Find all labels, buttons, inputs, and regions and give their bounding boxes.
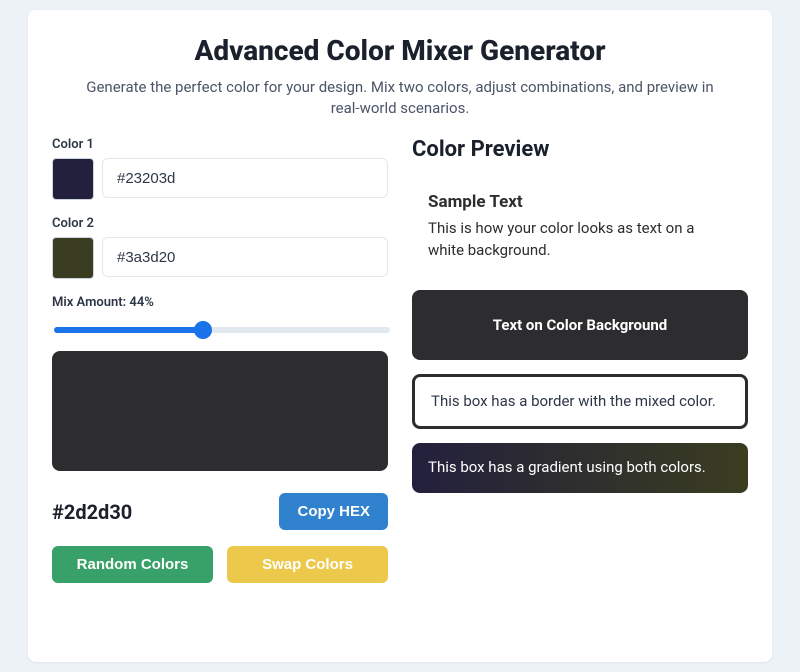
preview-gradient-box: This box has a gradient using both color… — [412, 443, 748, 493]
page-subtitle: Generate the perfect color for your desi… — [80, 77, 720, 119]
swap-colors-button[interactable]: Swap Colors — [227, 546, 388, 583]
color2-swatch[interactable] — [52, 237, 94, 279]
color1-label: Color 1 — [52, 137, 388, 152]
preview-pane: Color Preview Sample Text This is how yo… — [412, 137, 748, 583]
copy-hex-button[interactable]: Copy HEX — [279, 493, 388, 530]
random-colors-button[interactable]: Random Colors — [52, 546, 213, 583]
sample-title: Sample Text — [428, 192, 732, 212]
result-swatch — [52, 351, 388, 471]
mix-amount-label: Mix Amount: 44% — [52, 295, 388, 310]
color1-hex-input[interactable] — [102, 158, 388, 198]
preview-text-on-color: Text on Color Background — [412, 290, 748, 360]
preview-heading: Color Preview — [412, 137, 748, 162]
page-title: Advanced Color Mixer Generator — [52, 34, 748, 67]
color2-hex-input[interactable] — [102, 237, 388, 277]
color1-swatch[interactable] — [52, 158, 94, 200]
preview-text-on-white: Sample Text This is how your color looks… — [412, 178, 748, 276]
border-text: This box has a border with the mixed col… — [431, 392, 716, 410]
on-color-text: Text on Color Background — [493, 316, 668, 334]
color2-label: Color 2 — [52, 216, 388, 231]
sample-body: This is how your color looks as text on … — [428, 218, 732, 262]
preview-border-box: This box has a border with the mixed col… — [412, 374, 748, 430]
controls-pane: Color 1 Color 2 Mix Amount: 44% #2d2d30 … — [52, 137, 388, 583]
mix-amount-slider[interactable] — [54, 327, 390, 333]
gradient-text: This box has a gradient using both color… — [428, 458, 706, 476]
result-hex: #2d2d30 — [52, 500, 132, 524]
